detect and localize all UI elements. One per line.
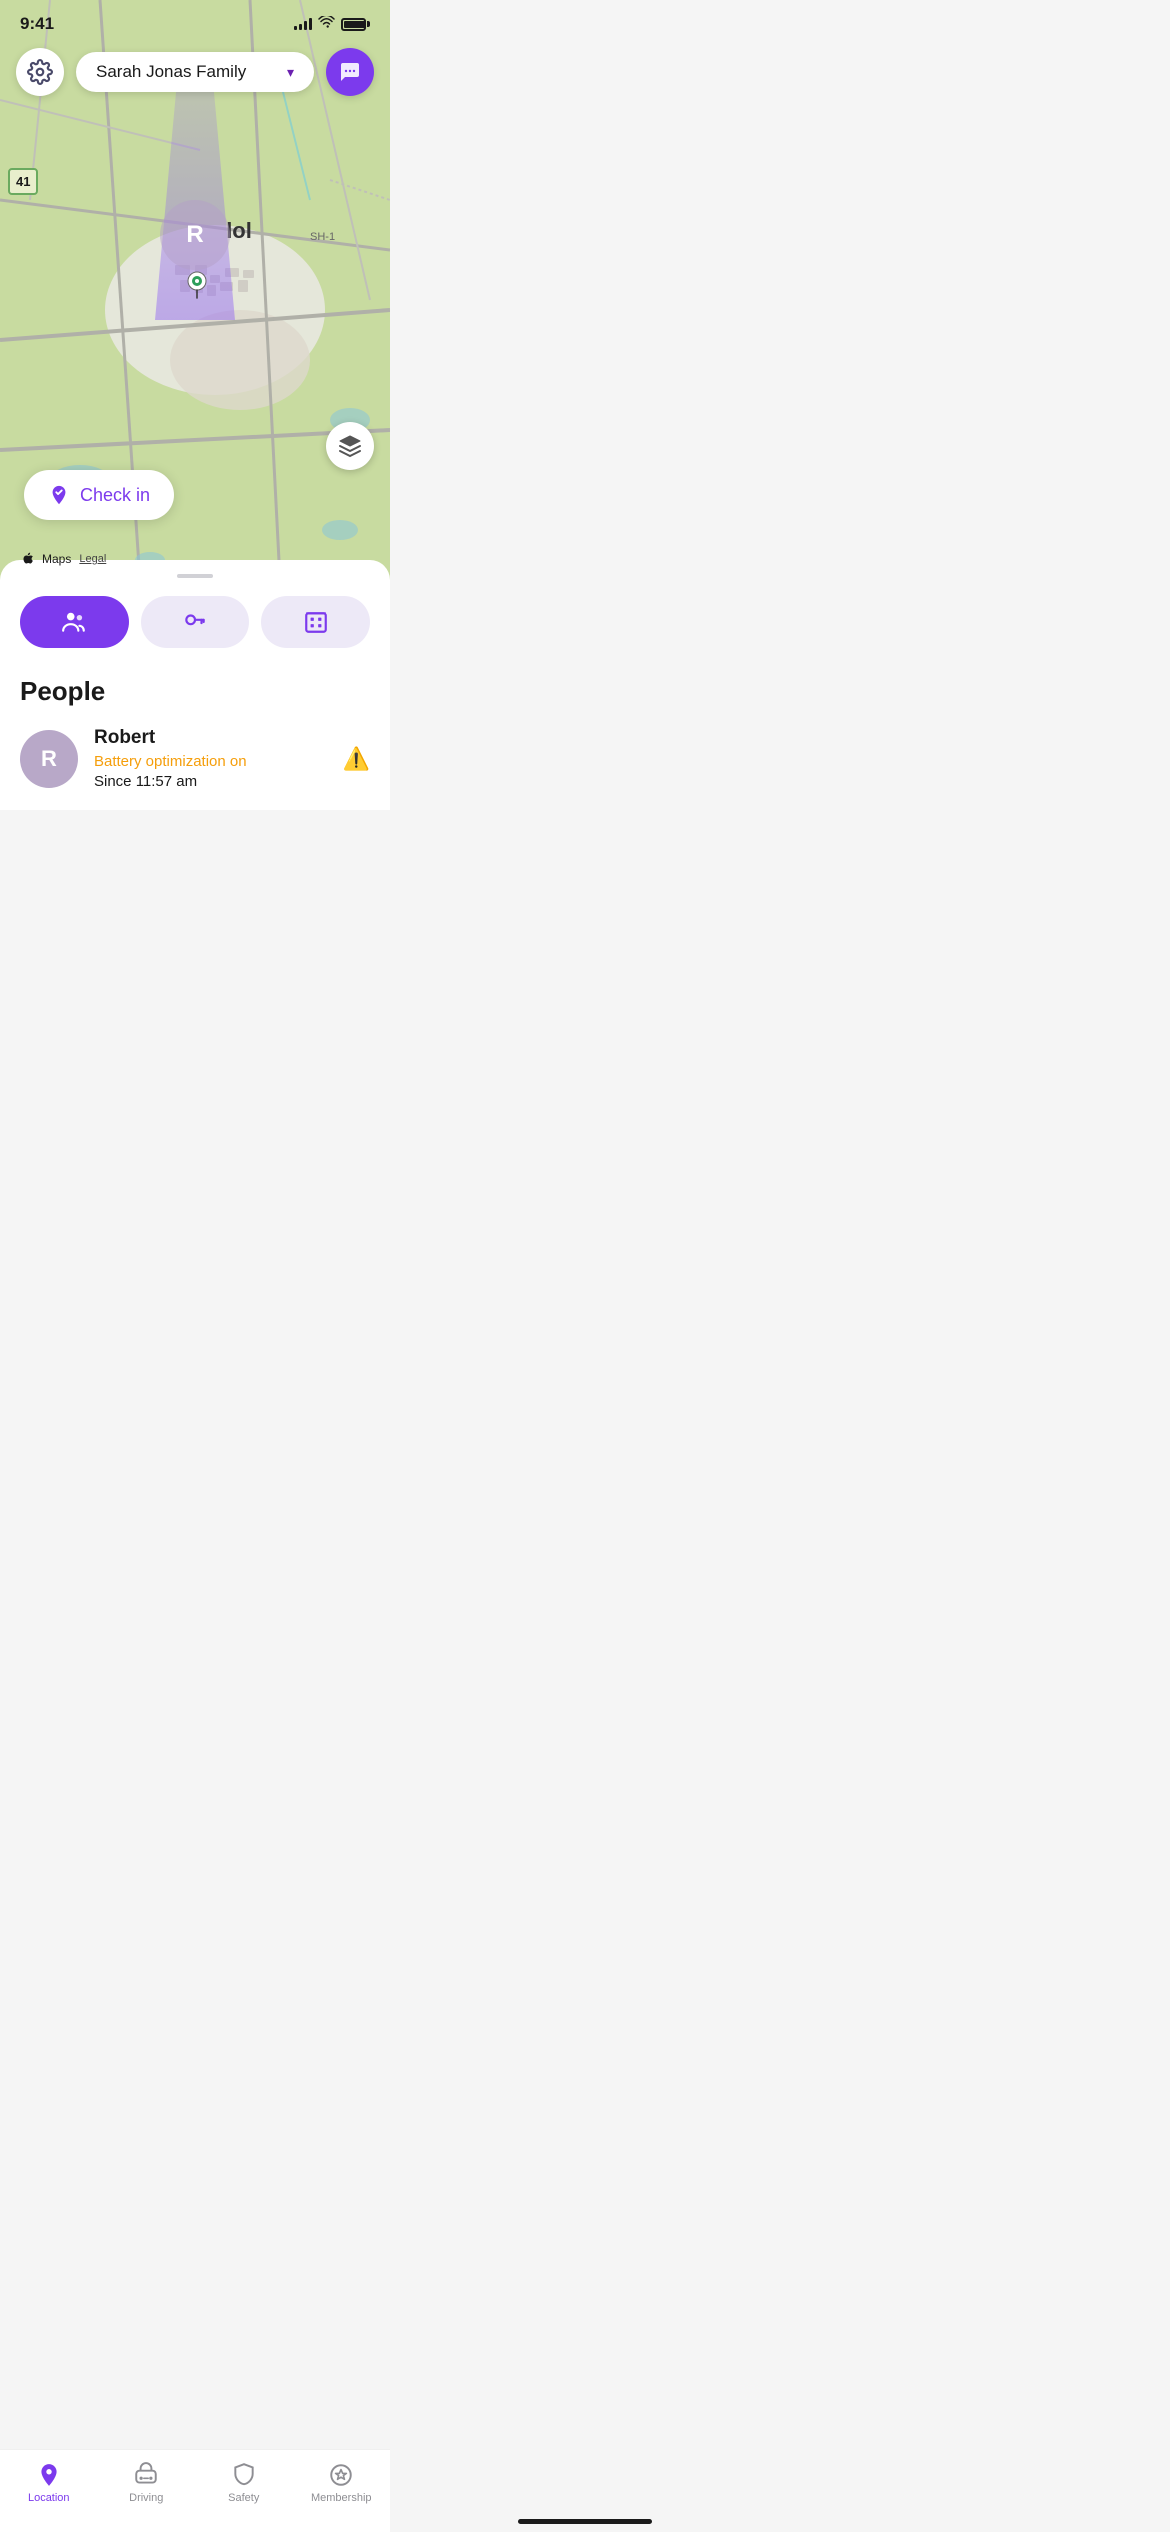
status-bar: 9:41: [0, 0, 390, 42]
messages-icon: [338, 60, 362, 84]
location-nav-icon: [36, 2462, 62, 2488]
avatar-marker: R: [160, 200, 230, 270]
svg-text:SH-1: SH-1: [310, 231, 335, 243]
nav-label-safety: Safety: [228, 2492, 259, 2504]
people-icon: [61, 609, 87, 635]
person-info: Robert Battery optimization on Since 11:…: [94, 727, 327, 790]
drag-handle[interactable]: [177, 574, 213, 578]
wifi-icon: [318, 16, 335, 32]
building-icon: [303, 609, 329, 635]
person-card-robert[interactable]: R Robert Battery optimization on Since 1…: [20, 727, 370, 810]
apple-logo-icon: [20, 552, 34, 566]
layers-button[interactable]: [326, 422, 374, 470]
section-title: People: [20, 676, 370, 707]
legal-link[interactable]: Legal: [79, 553, 106, 565]
checkin-pin-icon: [48, 484, 70, 506]
since-time: Since 11:57 am: [94, 773, 327, 790]
map-area: SH-1 R lol: [0, 0, 390, 580]
messages-button[interactable]: [326, 48, 374, 96]
top-bar: Sarah Jonas Family ▾: [0, 48, 390, 96]
nav-item-driving[interactable]: Driving: [111, 2462, 181, 2504]
location-pin: [185, 270, 209, 305]
check-in-label: Check in: [80, 485, 150, 506]
nav-label-driving: Driving: [129, 2492, 163, 2504]
nav-label-membership: Membership: [311, 2492, 372, 2504]
check-in-button[interactable]: Check in: [24, 470, 174, 520]
battery-icon: [341, 18, 370, 31]
family-selector[interactable]: Sarah Jonas Family ▾: [76, 52, 314, 92]
nav-label-location: Location: [28, 2492, 70, 2504]
chevron-down-icon: ▾: [287, 64, 294, 81]
driving-nav-icon: [133, 2462, 159, 2488]
maps-label: Maps: [42, 552, 71, 566]
settings-button[interactable]: [16, 48, 64, 96]
family-name: Sarah Jonas Family: [96, 62, 277, 82]
avatar: R: [20, 730, 78, 788]
nav-item-membership[interactable]: Membership: [306, 2462, 376, 2504]
signal-icon: [294, 18, 312, 30]
safety-nav-icon: [231, 2462, 257, 2488]
tab-people[interactable]: [20, 596, 129, 648]
membership-nav-icon: [328, 2462, 354, 2488]
battery-status: Battery optimization on: [94, 753, 327, 770]
bottom-nav: Location Driving Safety Membership: [0, 2449, 390, 2532]
map-attribution: Maps Legal: [20, 552, 106, 566]
road-sign-41: 41: [8, 168, 38, 195]
warning-icon: ⚠️: [343, 746, 370, 772]
key-icon: [182, 609, 208, 635]
gear-icon: [27, 59, 53, 85]
tab-safety[interactable]: [141, 596, 250, 648]
home-indicator: [518, 2519, 652, 2524]
map-place-label: lol: [226, 218, 252, 244]
layers-icon: [338, 434, 362, 458]
status-time: 9:41: [20, 14, 54, 34]
nav-item-safety[interactable]: Safety: [209, 2462, 279, 2504]
person-name: Robert: [94, 727, 327, 749]
status-icons: [294, 16, 370, 32]
bottom-sheet: People R Robert Battery optimization on …: [0, 560, 390, 810]
category-tabs: [20, 596, 370, 648]
nav-item-location[interactable]: Location: [14, 2462, 84, 2504]
user-marker: R: [160, 200, 230, 270]
tab-places[interactable]: [261, 596, 370, 648]
